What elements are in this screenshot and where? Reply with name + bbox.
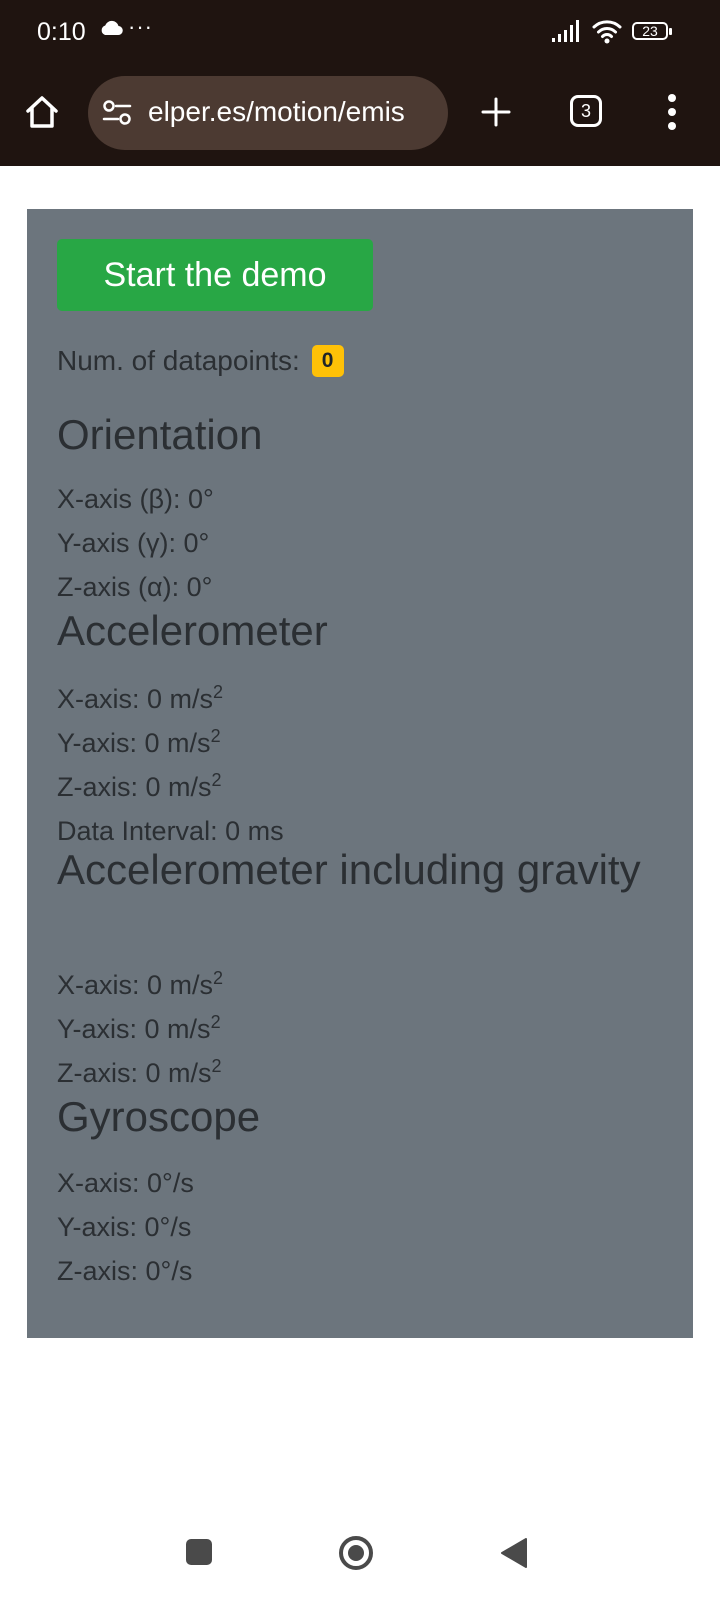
more-vertical-icon [668, 94, 676, 130]
accelerometer-z-exponent: 2 [211, 770, 222, 790]
gravity-z-exponent: 2 [211, 1056, 222, 1076]
system-navigation-bar [0, 1500, 720, 1600]
accelerometer-x-exponent: 2 [213, 682, 224, 702]
orientation-heading: Orientation [57, 411, 263, 458]
accelerometer-heading: Accelerometer [57, 607, 328, 654]
battery-tip [669, 28, 672, 35]
plus-icon [481, 97, 511, 127]
accelerometer-z: Z-axis: 0 m/s2 [57, 770, 222, 803]
accelerometer-y: Y-axis: 0 m/s2 [57, 726, 221, 759]
gravity-x-value: X-axis: 0 m/s [57, 970, 214, 1000]
wifi-icon [592, 18, 622, 49]
gyroscope-x: X-axis: 0°/s [57, 1168, 194, 1198]
orientation-x: X-axis (β): 0° [57, 484, 214, 514]
back-triangle-icon[interactable] [500, 1537, 528, 1569]
new-tab-button[interactable] [474, 90, 518, 134]
browser-toolbar: elper.es/motion/emis 3 [0, 66, 720, 166]
accelerometer-y-exponent: 2 [210, 726, 221, 746]
datapoints-count-badge: 0 [311, 344, 344, 377]
gravity-x: X-axis: 0 m/s2 [57, 968, 224, 1001]
datapoints-label: Num. of datapoints: [57, 345, 300, 376]
url-text[interactable]: elper.es/motion/emis [148, 96, 444, 128]
gravity-x-exponent: 2 [213, 968, 224, 988]
recents-square-icon[interactable] [186, 1539, 212, 1565]
cellular-signal-icon [552, 20, 582, 47]
site-settings-icon[interactable] [102, 100, 132, 131]
motion-demo-panel: Start the demo Num. of datapoints: 0 Ori… [27, 209, 693, 1338]
battery-level: 23 [642, 23, 658, 39]
orientation-y: Y-axis (γ): 0° [57, 528, 210, 558]
accelerometer-y-value: Y-axis: 0 m/s [57, 728, 211, 758]
browser-top-bar: 0:10 ··· 23 elper.es/motion/emis 3 [0, 0, 720, 166]
battery-icon: 23 [632, 22, 674, 42]
gyroscope-y: Y-axis: 0°/s [57, 1212, 192, 1242]
gravity-y-exponent: 2 [210, 1012, 221, 1032]
gyroscope-heading: Gyroscope [57, 1093, 261, 1140]
status-time: 0:10 [37, 18, 86, 46]
browser-home-button[interactable] [20, 90, 64, 134]
gravity-z-value: Z-axis: 0 m/s [57, 1058, 212, 1088]
datapoints-line: Num. of datapoints: 0 [57, 344, 344, 379]
gravity-y: Y-axis: 0 m/s2 [57, 1012, 221, 1045]
gyroscope-z: Z-axis: 0°/s [57, 1256, 193, 1286]
accelerometer-x-value: X-axis: 0 m/s [57, 684, 214, 714]
cloud-icon [99, 20, 123, 41]
status-bar: 0:10 ··· 23 [0, 0, 720, 66]
accelerometer-x: X-axis: 0 m/s2 [57, 682, 224, 715]
home-circle-icon[interactable] [338, 1535, 374, 1571]
browser-menu-button[interactable] [658, 90, 686, 134]
status-overflow-dots: ··· [128, 14, 153, 39]
tab-switcher-button[interactable]: 3 [570, 95, 602, 127]
gravity-z: Z-axis: 0 m/s2 [57, 1056, 222, 1089]
address-bar[interactable]: elper.es/motion/emis [88, 76, 448, 150]
accelerometer-gravity-heading: Accelerometer including gravity [57, 846, 641, 893]
data-interval: Data Interval: 0 ms [57, 816, 284, 846]
start-demo-button[interactable]: Start the demo [57, 239, 373, 311]
home-icon [26, 96, 58, 128]
orientation-z: Z-axis (α): 0° [57, 572, 213, 602]
accelerometer-z-value: Z-axis: 0 m/s [57, 772, 212, 802]
gravity-y-value: Y-axis: 0 m/s [57, 1014, 211, 1044]
